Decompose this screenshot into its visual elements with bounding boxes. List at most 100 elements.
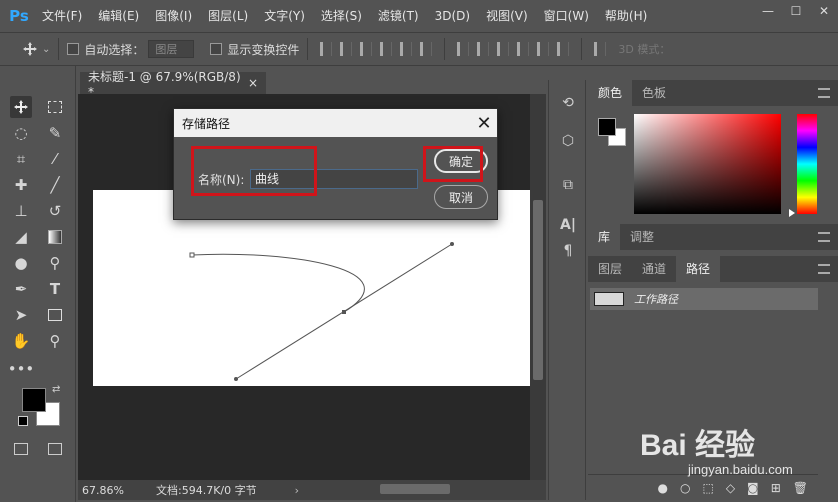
zoom-level[interactable]: 67.86%	[82, 484, 156, 497]
lasso-tool[interactable]: ◌	[10, 122, 32, 144]
make-work-path-icon[interactable]: ◇	[726, 481, 735, 495]
distribute-bottom-icon[interactable]	[497, 42, 510, 56]
menu-file[interactable]: 文件(F)	[34, 0, 90, 32]
show-transform-option[interactable]: 显示变换控件	[210, 41, 299, 58]
move-tool[interactable]	[10, 96, 32, 118]
panel-foreground-color[interactable]	[598, 118, 616, 136]
screen-mode-button[interactable]	[44, 438, 66, 460]
baidu-watermark: Bai 经验 jingyan.baidu.com	[640, 420, 793, 477]
blur-tool[interactable]: ●	[10, 252, 32, 274]
hand-tool[interactable]: ✋	[10, 330, 32, 352]
layer-comps-icon[interactable]: ⧉	[559, 176, 577, 194]
direction-handle[interactable]	[450, 242, 454, 246]
menu-view[interactable]: 视图(V)	[478, 0, 536, 32]
3d-icon[interactable]: ⬡	[559, 132, 577, 150]
align-bottom-icon[interactable]	[360, 42, 373, 56]
auto-select-checkbox[interactable]	[67, 43, 80, 55]
add-mask-icon[interactable]: ◙	[747, 481, 759, 495]
cancel-button[interactable]: 取消	[434, 185, 488, 209]
panel-menu-icon[interactable]	[818, 88, 830, 98]
vertical-scroll-thumb[interactable]	[533, 200, 543, 380]
close-window-button[interactable]: ✕	[810, 0, 838, 22]
close-tab-icon[interactable]: ×	[248, 76, 258, 90]
stroke-path-icon[interactable]: ○	[680, 481, 690, 495]
tab-color[interactable]: 颜色	[588, 80, 633, 106]
hue-slider[interactable]	[797, 114, 817, 214]
dodge-tool[interactable]: ⚲	[44, 252, 66, 274]
healing-tool[interactable]: ✚	[10, 174, 32, 196]
menu-type[interactable]: 文字(Y)	[256, 0, 313, 32]
align-left-icon[interactable]	[380, 42, 393, 56]
align-hcenter-icon[interactable]	[400, 42, 413, 56]
dialog-close-icon[interactable]: ✕	[474, 113, 494, 134]
panel-menu-icon[interactable]	[818, 264, 830, 274]
menu-edit[interactable]: 编辑(E)	[90, 0, 147, 32]
move-tool-options[interactable]: ⌄	[22, 41, 50, 57]
align-buttons	[316, 42, 436, 56]
align-vcenter-icon[interactable]	[340, 42, 353, 56]
auto-align-icon[interactable]	[594, 42, 607, 56]
type-tool[interactable]: T	[44, 278, 66, 300]
menu-3d[interactable]: 3D(D)	[427, 0, 478, 32]
menu-select[interactable]: 选择(S)	[313, 0, 370, 32]
distribute-hcenter-icon[interactable]	[537, 42, 550, 56]
eraser-tool[interactable]: ◢	[10, 226, 32, 248]
align-right-icon[interactable]	[420, 42, 433, 56]
quick-mask-button[interactable]	[10, 438, 32, 460]
anchor-point[interactable]	[189, 252, 195, 258]
gradient-tool[interactable]	[44, 226, 66, 248]
paragraph-icon[interactable]: ¶	[559, 242, 577, 260]
menu-filter[interactable]: 滤镜(T)	[370, 0, 427, 32]
path-list-item[interactable]: 工作路径	[590, 288, 818, 310]
new-path-icon[interactable]: ⊞	[771, 481, 781, 495]
tab-channels[interactable]: 通道	[632, 256, 676, 282]
anchor-point[interactable]	[342, 310, 346, 314]
pen-tool[interactable]: ✒	[10, 278, 32, 300]
shape-tool[interactable]	[44, 304, 66, 326]
brush-tool[interactable]: ╱	[44, 174, 66, 196]
swap-colors-icon[interactable]: ⇄	[52, 384, 60, 395]
color-picker-field[interactable]	[634, 114, 781, 214]
tab-layers[interactable]: 图层	[588, 256, 632, 282]
crop-tool[interactable]: ⌗	[10, 148, 32, 170]
maximize-button[interactable]: ☐	[782, 0, 810, 22]
character-icon[interactable]: A|	[559, 216, 577, 234]
align-top-icon[interactable]	[320, 42, 333, 56]
distribute-top-icon[interactable]	[457, 42, 470, 56]
eyedropper-tool[interactable]: ⁄	[44, 148, 66, 170]
tab-swatches[interactable]: 色板	[632, 80, 676, 106]
load-selection-icon[interactable]: ⬚	[702, 481, 713, 495]
quick-select-tool[interactable]: ✎	[44, 122, 66, 144]
menu-image[interactable]: 图像(I)	[147, 0, 200, 32]
delete-path-icon[interactable]: 🗑	[793, 481, 808, 495]
tab-libraries[interactable]: 库	[588, 224, 621, 250]
hue-slider-handle[interactable]	[789, 209, 795, 217]
direction-handle[interactable]	[234, 377, 238, 381]
history-icon[interactable]: ⟲	[559, 94, 577, 112]
tab-adjustments[interactable]: 调整	[620, 224, 664, 250]
history-brush-tool[interactable]: ↺	[44, 200, 66, 222]
menu-layer[interactable]: 图层(L)	[200, 0, 256, 32]
panel-menu-icon[interactable]	[818, 232, 830, 242]
default-colors-icon[interactable]	[18, 416, 28, 426]
distribute-vcenter-icon[interactable]	[477, 42, 490, 56]
horizontal-scroll-thumb[interactable]	[380, 484, 450, 494]
menu-window[interactable]: 窗口(W)	[536, 0, 597, 32]
distribute-right-icon[interactable]	[557, 42, 570, 56]
menu-help[interactable]: 帮助(H)	[597, 0, 655, 32]
more-tools[interactable]: •••	[8, 358, 35, 380]
foreground-color[interactable]	[22, 388, 46, 412]
path-select-tool[interactable]: ➤	[10, 304, 32, 326]
minimize-button[interactable]: —	[754, 0, 782, 22]
distribute-left-icon[interactable]	[517, 42, 530, 56]
fill-path-icon[interactable]: ●	[658, 481, 668, 495]
status-arrow-icon[interactable]: ›	[295, 484, 299, 497]
marquee-tool[interactable]	[44, 96, 66, 118]
auto-select-option[interactable]: 自动选择： 图层	[67, 40, 195, 58]
document-tab[interactable]: 未标题-1 @ 67.9%(RGB/8) * ×	[80, 70, 266, 99]
zoom-tool[interactable]: ⚲	[44, 330, 66, 352]
auto-select-dropdown[interactable]: 图层	[148, 40, 195, 58]
tab-paths[interactable]: 路径	[676, 256, 721, 282]
stamp-tool[interactable]: ⊥	[10, 200, 32, 222]
show-transform-checkbox[interactable]	[210, 43, 223, 55]
